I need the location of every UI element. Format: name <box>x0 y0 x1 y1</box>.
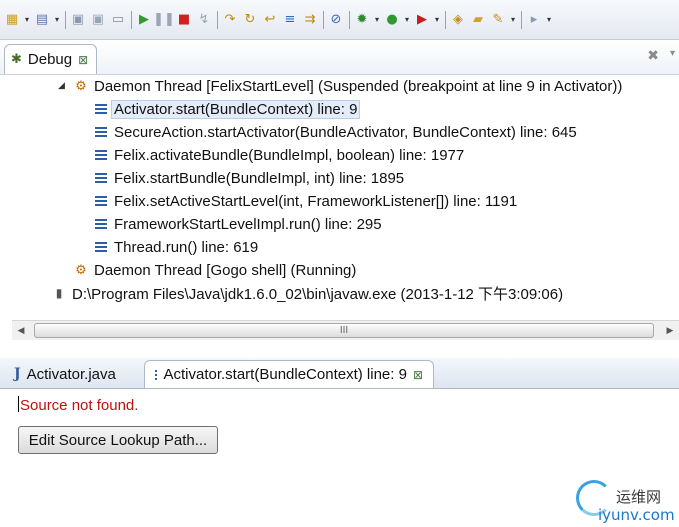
frame-thread-run[interactable]: Thread.run() line: 619 <box>92 236 258 258</box>
tree-node-label: Felix.startBundle(BundleImpl, int) line:… <box>114 169 405 187</box>
stack-frame-icon <box>92 242 110 252</box>
tab-debug[interactable]: ✱ Debug ⊠ <box>4 44 98 74</box>
scroll-right-icon[interactable]: ▶ <box>661 321 679 340</box>
open-type-icon[interactable]: ◈ <box>448 8 468 32</box>
step-return-icon[interactable]: ↩ <box>260 8 280 32</box>
tree-node-label: Felix.setActiveStartLevel(int, Framework… <box>114 192 518 210</box>
stack-frame-icon <box>92 127 110 137</box>
frame-activate-bundle[interactable]: Felix.activateBundle(BundleImpl, boolean… <box>92 144 464 166</box>
editor-tab-activator-start[interactable]: Activator.start(BundleContext) line: 9 ⊠ <box>144 360 434 388</box>
editor-tab-label: Activator.start(BundleContext) line: 9 <box>163 366 407 383</box>
editor-tab-label: Activator.java <box>26 365 116 383</box>
scrollbar-grip: III <box>339 325 349 336</box>
forward-icon[interactable]: ▸ <box>524 8 544 32</box>
debug-view-tabbar: ✱ Debug ⊠ ✖ ▾ <box>0 40 679 75</box>
stack-frame-icon <box>92 219 110 229</box>
tree-node-label: FrameworkStartLevelImpl.run() line: 295 <box>114 215 382 233</box>
process-icon: ▮ <box>55 286 63 300</box>
watermark-logo: 运维网 iyunv.com <box>572 480 678 526</box>
tree-node-label: Felix.activateBundle(BundleImpl, boolean… <box>114 146 465 164</box>
edit-source-lookup-path-button[interactable]: Edit Source Lookup Path... <box>18 426 218 454</box>
stack-frame-icon <box>92 104 110 114</box>
stack-frame-icon <box>155 369 158 380</box>
wand-icon[interactable]: ✎ <box>488 8 508 32</box>
dropdown-icon[interactable]: ▾ <box>372 8 382 32</box>
external-tools-icon[interactable]: ▶ <box>412 8 432 32</box>
terminate-icon[interactable]: ■ <box>174 8 194 32</box>
horizontal-scrollbar[interactable]: ◀ III ▶ <box>12 320 679 340</box>
step-over-icon[interactable]: ↻ <box>240 8 260 32</box>
tab-debug-label: Debug <box>27 51 73 68</box>
editor-tabbar: J Activator.java Activator.start(BundleC… <box>0 358 679 389</box>
debug-view: ✱ Debug ⊠ ✖ ▾ ◢ ⚙ Daemon Thread [FelixStar… <box>0 40 679 352</box>
new-icon[interactable]: ▦ <box>2 8 22 32</box>
scroll-left-icon[interactable]: ◀ <box>12 321 30 340</box>
dropdown-icon[interactable]: ▾ <box>432 8 442 32</box>
expand-toggle-icon[interactable]: ◢ <box>58 81 72 91</box>
dropdown-icon[interactable]: ▾ <box>52 8 62 32</box>
thread-icon: ⚙ <box>75 262 87 278</box>
thread-gogo-shell[interactable]: ⚙ Daemon Thread [Gogo shell] (Running) <box>58 259 356 281</box>
thread-felix-start-level[interactable]: ◢ ⚙ Daemon Thread [FelixStartLevel] (Suspe… <box>58 75 622 97</box>
thread-icon: ⚙ <box>75 78 87 94</box>
tree-node-label: Daemon Thread [Gogo shell] (Running) <box>94 261 357 279</box>
text-caret <box>18 396 19 412</box>
new-wizard-icon[interactable]: ▤ <box>32 8 52 32</box>
view-menu-icon[interactable]: ▾ <box>670 48 675 59</box>
stack-frame-icon <box>92 196 110 206</box>
main-toolbar: ▦ ▾ ▤ ▾ ▣ ▣ ▭ ▶ ❚❚ ■ ↯ ↷ ↻ ↩ ≡ ⇉ ⊘ ✹ ▾ ● ▾ ▶ ▾ ◈ ▰ ✎ ▾ ▸ ▾ <box>0 0 679 40</box>
suspend-icon[interactable]: ❚❚ <box>153 8 175 32</box>
resume-icon[interactable]: ▶ <box>134 8 154 32</box>
dropdown-icon[interactable]: ▾ <box>544 8 554 32</box>
tree-node-label: D:\Program Files\Java\jdk1.6.0_02\bin\ja… <box>72 285 564 303</box>
close-icon[interactable]: ⊠ <box>413 368 423 382</box>
tree-node-label: SecureAction.startActivator(BundleActiva… <box>114 123 577 141</box>
save-all-icon[interactable]: ▣ <box>88 8 108 32</box>
close-icon[interactable]: ⊠ <box>78 53 88 67</box>
java-file-icon: J <box>14 366 21 382</box>
tree-node-label: Activator.start(BundleContext) line: 9 <box>110 99 361 119</box>
skip-breakpoints-icon[interactable]: ⊘ <box>326 8 346 32</box>
watermark-cn: 运维网 <box>616 488 662 506</box>
frame-set-active-start-level[interactable]: Felix.setActiveStartLevel(int, Framework… <box>92 190 517 212</box>
frame-start-bundle[interactable]: Felix.startBundle(BundleImpl, int) line:… <box>92 167 404 189</box>
print-icon[interactable]: ▭ <box>108 8 128 32</box>
debug-bug-icon: ✱ <box>11 52 22 67</box>
stack-frame-icon <box>92 173 110 183</box>
step-into-icon[interactable]: ↷ <box>220 8 240 32</box>
tree-node-label: Daemon Thread [FelixStartLevel] (Suspend… <box>94 77 623 95</box>
remove-terminated-icon[interactable]: ✖ <box>647 48 659 64</box>
watermark-url: iyunv.com <box>598 506 675 524</box>
scrollbar-thumb[interactable]: III <box>34 323 654 338</box>
dropdown-icon[interactable]: ▾ <box>22 8 32 32</box>
dropdown-icon[interactable]: ▾ <box>508 8 518 32</box>
frame-framework-start-level-run[interactable]: FrameworkStartLevelImpl.run() line: 295 <box>92 213 382 235</box>
run-icon[interactable]: ● <box>382 8 402 32</box>
source-not-found-message: Source not found. <box>18 396 139 414</box>
frame-activator-start[interactable]: Activator.start(BundleContext) line: 9 <box>92 98 361 120</box>
tree-node-label: Thread.run() line: 619 <box>114 238 259 256</box>
stack-frame-icon <box>92 150 110 160</box>
drop-to-frame-icon[interactable]: ≡ <box>280 8 300 32</box>
frame-secure-action[interactable]: SecureAction.startActivator(BundleActiva… <box>92 121 577 143</box>
process-javaw[interactable]: ▮ D:\Program Files\Java\jdk1.6.0_02\bin\j… <box>50 282 563 304</box>
debug-icon[interactable]: ✹ <box>352 8 372 32</box>
save-icon[interactable]: ▣ <box>68 8 88 32</box>
dropdown-icon[interactable]: ▾ <box>402 8 412 32</box>
editor-tab-activator-java[interactable]: J Activator.java <box>4 360 144 388</box>
use-step-filters-icon[interactable]: ⇉ <box>300 8 320 32</box>
disconnect-icon[interactable]: ↯ <box>194 8 214 32</box>
open-folder-icon[interactable]: ▰ <box>468 8 488 32</box>
